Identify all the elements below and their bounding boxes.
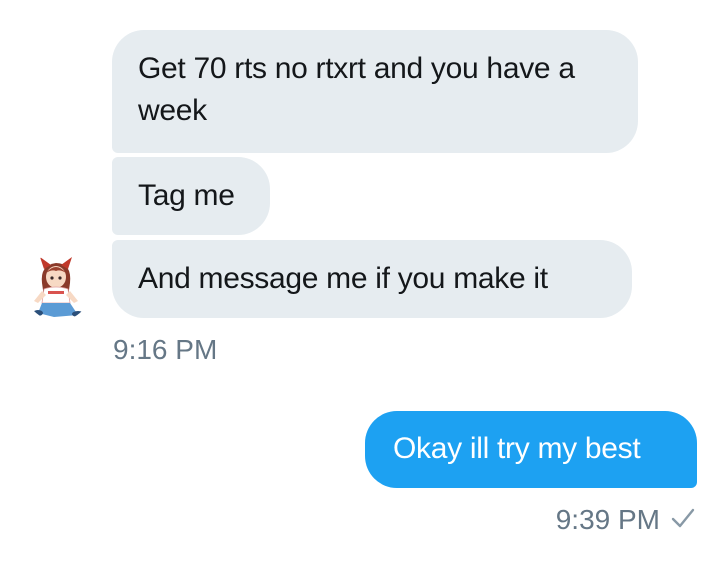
message-text: Get 70 rts no rtxrt and you have a week (138, 52, 575, 127)
message-text: Okay ill try my best (393, 432, 641, 465)
message-text: Tag me (138, 179, 235, 212)
chat-thread: Get 70 rts no rtxrt and you have a week … (0, 0, 720, 567)
message-text: And message me if you make it (138, 262, 548, 295)
sent-message-bubble[interactable]: Okay ill try my best (365, 411, 697, 488)
received-message-bubble[interactable]: Get 70 rts no rtxrt and you have a week (112, 30, 638, 153)
sender-avatar[interactable] (24, 253, 92, 321)
checkmark-icon (671, 508, 695, 528)
received-message-bubble[interactable]: Tag me (112, 157, 270, 235)
received-timestamp: 9:16 PM (113, 334, 218, 365)
sent-timestamp: 9:39 PM (555, 504, 660, 535)
anime-girl-avatar-icon (24, 253, 92, 321)
received-message-bubble[interactable]: And message me if you make it (112, 240, 632, 318)
